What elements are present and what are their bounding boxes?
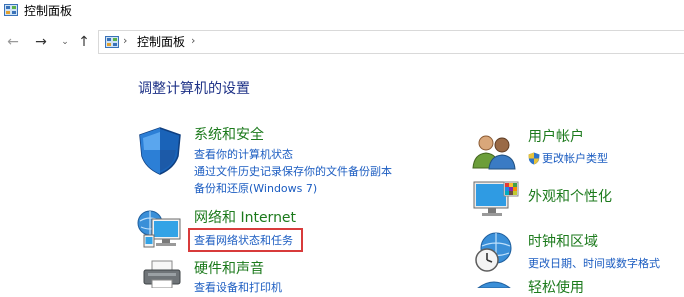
shield-icon[interactable] xyxy=(136,126,184,176)
category-clock-region[interactable]: 时钟和区域 xyxy=(528,233,598,251)
breadcrumb-control-panel[interactable]: 控制面板 xyxy=(137,35,185,49)
breadcrumb-separator[interactable]: › xyxy=(123,34,127,47)
monitor-icon[interactable] xyxy=(472,180,520,220)
control-panel-icon xyxy=(105,36,119,48)
forward-button[interactable]: → xyxy=(32,32,50,52)
network-icon[interactable] xyxy=(136,207,184,253)
category-appearance-personalization[interactable]: 外观和个性化 xyxy=(528,188,612,206)
window-title: 控制面板 xyxy=(24,4,73,18)
category-network-internet[interactable]: 网络和 Internet xyxy=(194,209,296,227)
control-panel-icon xyxy=(4,4,18,16)
category-ease-of-access[interactable]: 轻松使用 xyxy=(528,279,584,297)
accessibility-icon[interactable] xyxy=(472,280,516,288)
clock-globe-icon[interactable] xyxy=(472,230,516,274)
link-change-account-type[interactable]: 更改帐户类型 xyxy=(542,152,608,165)
link-view-computer-status[interactable]: 查看你的计算机状态 xyxy=(194,148,293,161)
uac-shield-icon xyxy=(528,152,540,165)
printer-icon[interactable] xyxy=(140,259,184,288)
category-hardware-sound[interactable]: 硬件和声音 xyxy=(194,260,264,278)
link-backup-restore-win7[interactable]: 备份和还原(Windows 7) xyxy=(194,182,317,195)
recent-locations-button[interactable]: ⌄ xyxy=(60,32,70,52)
back-button[interactable]: ← xyxy=(5,32,21,52)
category-system-security[interactable]: 系统和安全 xyxy=(194,126,264,144)
up-button[interactable]: ↑ xyxy=(76,32,92,52)
link-change-date-time-format[interactable]: 更改日期、时间或数字格式 xyxy=(528,257,660,270)
category-user-accounts[interactable]: 用户帐户 xyxy=(528,128,584,146)
highlight-box xyxy=(188,228,303,252)
navigation-bar: ← → ⌄ ↑ › 控制面板 › xyxy=(0,28,684,56)
link-file-history-backup[interactable]: 通过文件历史记录保存你的文件备份副本 xyxy=(194,165,392,178)
title-bar: 控制面板 xyxy=(0,0,684,24)
users-icon[interactable] xyxy=(470,132,518,170)
page-heading: 调整计算机的设置 xyxy=(138,81,250,97)
address-bar[interactable]: › 控制面板 › xyxy=(98,30,684,54)
breadcrumb-separator[interactable]: › xyxy=(191,34,195,47)
